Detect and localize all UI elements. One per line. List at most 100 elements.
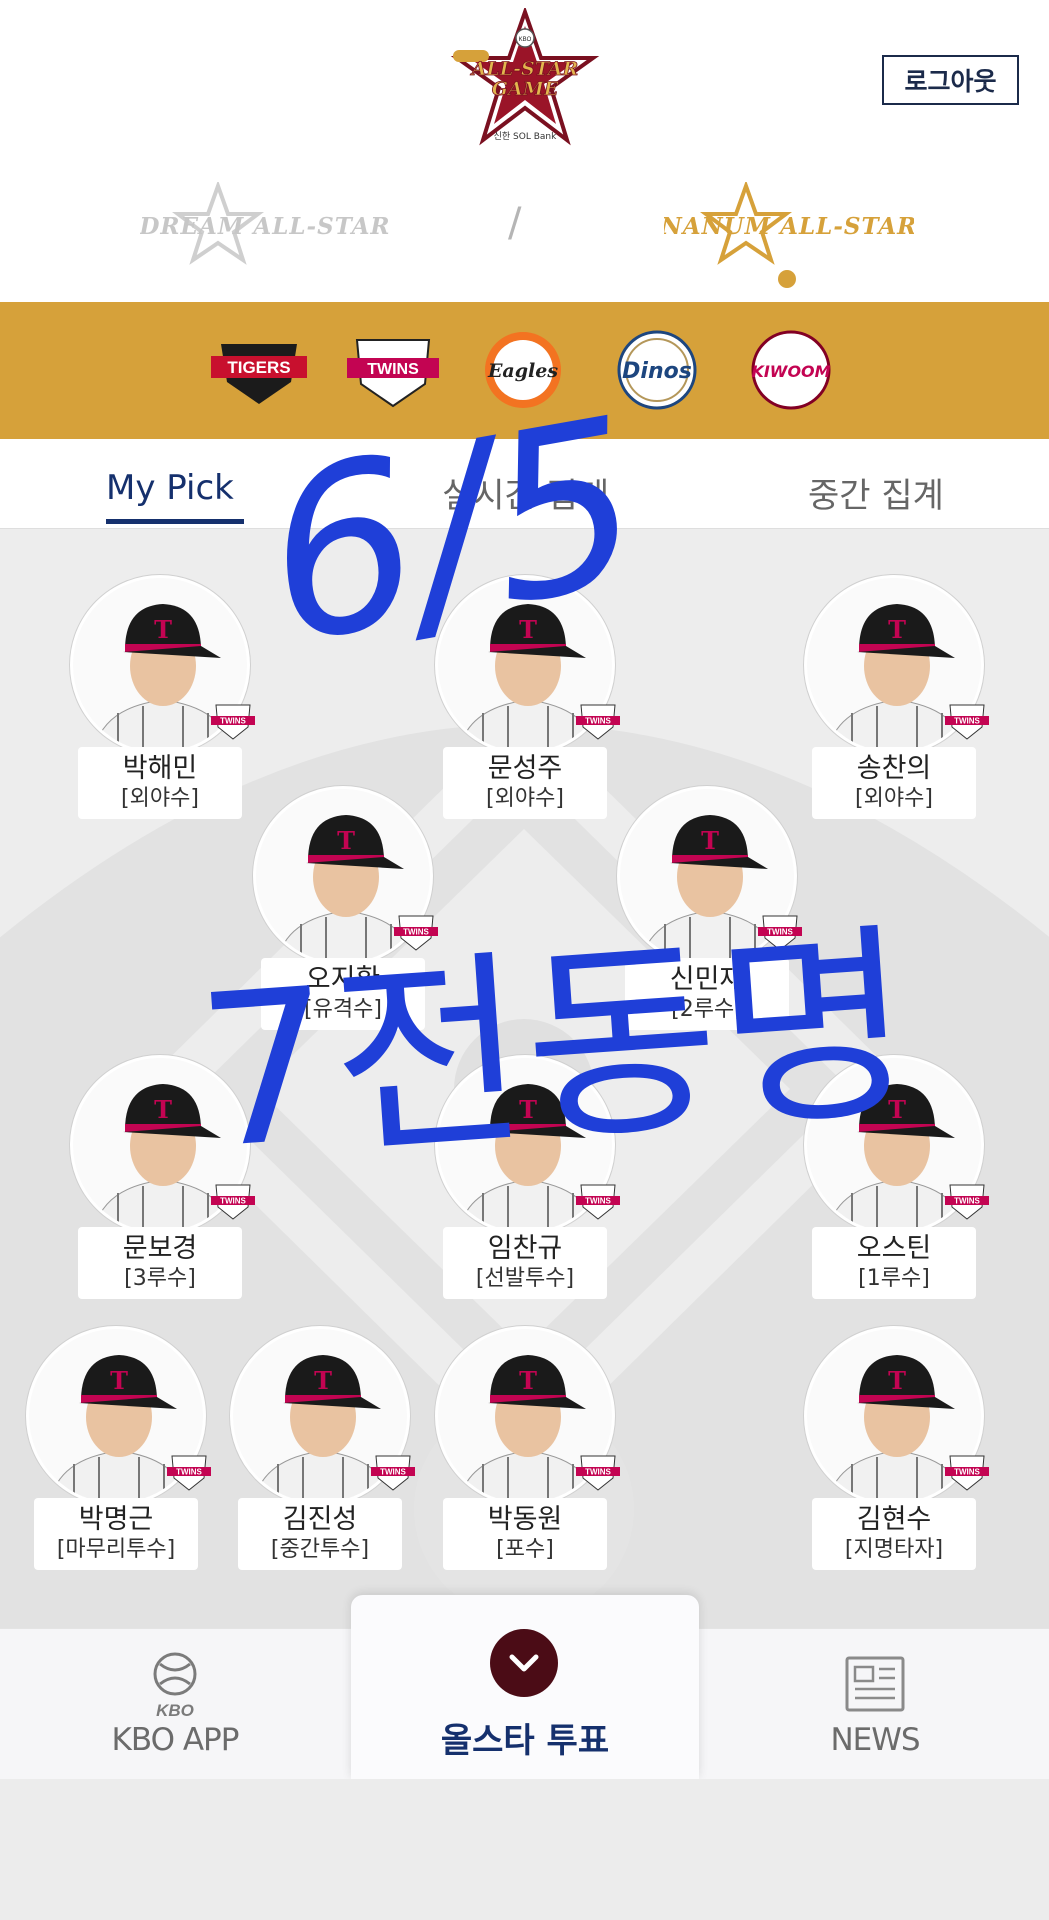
svg-text:TWINS: TWINS (380, 1468, 406, 1477)
player-position: [유격수] (304, 997, 382, 1022)
dream-allstar-tab[interactable]: DREAM ALL-STAR (138, 180, 390, 272)
svg-text:TWINS: TWINS (954, 1197, 980, 1206)
svg-text:T: T (519, 615, 537, 644)
player-position: [3루수] (124, 1266, 196, 1291)
svg-text:T: T (110, 1366, 128, 1395)
player-card[interactable]: T TWINS 오지환 [유격수] (253, 786, 438, 1036)
svg-text:T: T (888, 1095, 906, 1124)
news-button[interactable]: NEWS (780, 1650, 970, 1760)
allstar-game-logo: KBO ALL-STAR GAME 신한 SOL Bank (450, 8, 600, 146)
team-logo-twins[interactable]: TWINS (341, 330, 445, 410)
player-position: [지명타자] (844, 1537, 944, 1562)
player-name-card: 박명근 [마무리투수] (34, 1498, 198, 1570)
player-name: 박명근 (78, 1504, 154, 1535)
svg-text:T: T (337, 826, 355, 855)
logout-button[interactable]: 로그아웃 (882, 55, 1019, 105)
tab-realtime-tally[interactable]: 실시간 집계 (442, 468, 609, 517)
player-name: 오스틴 (856, 1233, 932, 1264)
player-name: 문성주 (487, 753, 563, 784)
player-name: 임찬규 (487, 1233, 563, 1264)
player-card[interactable]: T TWINS 박동원 [포수] (435, 1326, 620, 1576)
allstar-vote-button[interactable]: 올스타 투표 (351, 1595, 699, 1779)
player-name-card: 박해민 [외야수] (78, 747, 242, 819)
active-tab-indicator (106, 519, 244, 524)
league-separator: / (508, 200, 522, 246)
player-card[interactable]: T TWINS 신민재 [2루수] (617, 786, 802, 1036)
svg-text:TIGERS: TIGERS (227, 358, 290, 377)
svg-text:T: T (701, 826, 719, 855)
svg-text:T: T (154, 615, 172, 644)
player-card[interactable]: T TWINS 문성주 [외야수] (435, 575, 620, 825)
kbo-app-label: KBO APP (111, 1722, 240, 1758)
twins-badge-icon: TWINS (211, 1184, 255, 1220)
svg-text:TWINS: TWINS (585, 717, 611, 726)
selected-indicator-dot (778, 270, 796, 288)
svg-text:Eagles: Eagles (487, 360, 558, 382)
svg-text:TWINS: TWINS (585, 1197, 611, 1206)
player-position: [2루수] (671, 997, 743, 1022)
player-name: 문보경 (122, 1233, 198, 1264)
player-name: 김현수 (856, 1504, 932, 1535)
svg-text:T: T (888, 1366, 906, 1395)
player-card[interactable]: T TWINS 박명근 [마무리투수] (26, 1326, 211, 1576)
svg-text:TWINS: TWINS (585, 1468, 611, 1477)
player-name-card: 김현수 [지명타자] (812, 1498, 976, 1570)
player-card[interactable]: T TWINS 김진성 [중간투수] (230, 1326, 415, 1576)
player-name: 박해민 (122, 753, 198, 784)
kbo-logo-icon: KBO (153, 1652, 197, 1720)
newspaper-icon (845, 1656, 905, 1712)
player-card[interactable]: T TWINS 문보경 [3루수] (70, 1055, 255, 1305)
svg-text:T: T (519, 1095, 537, 1124)
chevron-down-icon (490, 1629, 558, 1697)
team-logo-kiwoom[interactable]: KIWOOM (739, 330, 843, 410)
svg-text:KIWOOM: KIWOOM (751, 362, 830, 381)
svg-text:T: T (314, 1366, 332, 1395)
app-root: KBO ALL-STAR GAME 신한 SOL Bank 로그아웃 DREAM… (0, 0, 1049, 1920)
tab-interim-tally[interactable]: 중간 집계 (808, 468, 944, 517)
allstar-vote-label: 올스타 투표 (440, 1721, 610, 1761)
news-label: NEWS (830, 1722, 920, 1758)
player-name-card: 송찬의 [외야수] (812, 747, 976, 819)
kbo-app-button[interactable]: KBO KBO APP (80, 1650, 270, 1760)
star-icon: DREAM ALL-STAR (138, 180, 390, 265)
svg-text:GAME: GAME (492, 78, 559, 100)
svg-text:T: T (154, 1095, 172, 1124)
svg-text:KBO: KBO (156, 1701, 194, 1720)
nanum-allstar-tab[interactable]: NANUM ALL-STAR (660, 180, 916, 292)
player-name-card: 박동원 [포수] (443, 1498, 607, 1570)
player-position: [외야수] (486, 786, 564, 811)
twins-badge-icon: TWINS (758, 915, 802, 951)
team-logo-dinos[interactable]: Dinos (605, 330, 709, 410)
footer-area (0, 1779, 1049, 1920)
tab-my-pick[interactable]: My Pick (106, 468, 234, 508)
player-card[interactable]: T TWINS 박해민 [외야수] (70, 575, 255, 825)
svg-text:신한 SOL Bank: 신한 SOL Bank (494, 131, 557, 142)
svg-text:TWINS: TWINS (767, 928, 793, 937)
player-name-card: 김진성 [중간투수] (238, 1498, 402, 1570)
svg-text:T: T (888, 615, 906, 644)
svg-text:T: T (519, 1366, 537, 1395)
svg-text:TWINS: TWINS (220, 1197, 246, 1206)
svg-text:TWINS: TWINS (176, 1468, 202, 1477)
player-name: 신민재 (669, 964, 745, 995)
player-card[interactable]: T TWINS 오스틴 [1루수] (804, 1055, 989, 1305)
player-card[interactable]: T TWINS 김현수 [지명타자] (804, 1326, 989, 1576)
player-card[interactable]: T TWINS 임찬규 [선발투수] (435, 1055, 620, 1305)
player-position: [선발투수] (475, 1266, 575, 1291)
player-name-card: 문성주 [외야수] (443, 747, 607, 819)
twins-badge-icon: TWINS (167, 1455, 211, 1491)
twins-badge-icon: TWINS (576, 1455, 620, 1491)
twins-badge-icon: TWINS (371, 1455, 415, 1491)
svg-text:TWINS: TWINS (367, 361, 419, 378)
player-card[interactable]: T TWINS 송찬의 [외야수] (804, 575, 989, 825)
player-name-card: 오스틴 [1루수] (812, 1227, 976, 1299)
team-logo-tigers[interactable]: TIGERS (207, 330, 311, 410)
player-name: 오지환 (305, 964, 381, 995)
player-name: 김진성 (282, 1504, 358, 1535)
player-position: [마무리투수] (56, 1537, 176, 1562)
svg-text:TWINS: TWINS (403, 928, 429, 937)
team-logo-eagles[interactable]: Eagles (471, 330, 575, 410)
player-position: [중간투수] (270, 1537, 370, 1562)
svg-text:TWINS: TWINS (954, 1468, 980, 1477)
twins-badge-icon: TWINS (945, 704, 989, 740)
